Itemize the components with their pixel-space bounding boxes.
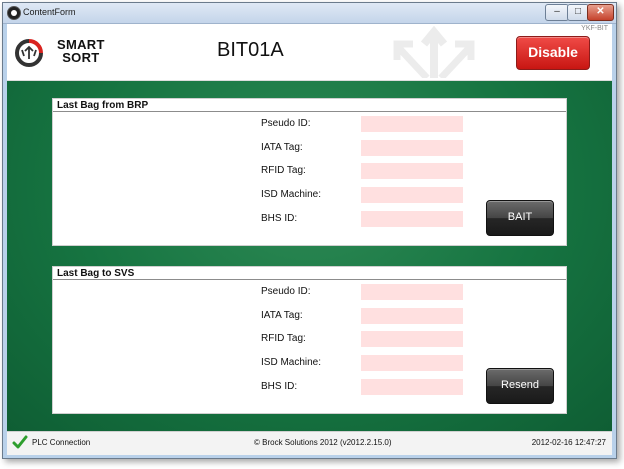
isd-machine-field[interactable] [361,355,463,371]
minimize-button[interactable]: – [545,4,569,21]
last-bag-to-svs-panel: Last Bag to SVS Pseudo ID: IATA Tag: RFI… [52,266,567,414]
plc-connection-status: PLC Connection [32,438,91,447]
maximize-button[interactable]: □ [567,4,589,21]
pseudo-id-field[interactable] [361,284,463,300]
sort-arrows-watermark-icon [393,26,475,78]
isd-machine-field[interactable] [361,187,463,203]
panel-title: Last Bag from BRP [57,100,149,111]
app-window: ContentForm – □ ✕ YKF-BIT SMART SORT BIT… [2,2,617,459]
rfid-tag-field[interactable] [361,331,463,347]
header: YKF-BIT SMART SORT BIT01A Disable [7,24,612,81]
logo-mark-icon [15,39,43,67]
bhs-id-field[interactable] [361,379,463,395]
check-icon [12,435,28,449]
corner-id: YKF-BIT [581,25,608,32]
pseudo-id-label: Pseudo ID: [261,118,311,129]
rfid-tag-label: RFID Tag: [261,165,306,176]
copyright-text: © Brock Solutions 2012 (v2012.2.15.0) [254,438,392,447]
bhs-id-field[interactable] [361,211,463,227]
isd-machine-label: ISD Machine: [261,357,322,368]
rfid-tag-label: RFID Tag: [261,333,306,344]
content-area: YKF-BIT SMART SORT BIT01A Disable Last B… [7,24,612,455]
title-bar[interactable]: ContentForm – □ ✕ [3,3,616,24]
bhs-id-label: BHS ID: [261,213,298,224]
window-title: ContentForm [23,7,76,17]
smart-sort-logo: SMART SORT [15,36,125,68]
disable-button[interactable]: Disable [516,36,590,70]
bhs-id-label: BHS ID: [261,381,298,392]
panel-title: Last Bag to SVS [57,268,135,279]
logo-text: SMART SORT [57,38,105,64]
main-panel: Last Bag from BRP Pseudo ID: IATA Tag: R… [7,81,612,431]
iata-tag-label: IATA Tag: [261,142,303,153]
logo-text-line2: SORT [62,50,100,65]
status-bar: PLC Connection © Brock Solutions 2012 (v… [7,431,612,455]
panel-divider [53,111,566,112]
bait-button[interactable]: BAIT [486,200,554,236]
iata-tag-field[interactable] [361,140,463,156]
datetime-display: 2012-02-16 12:47:27 [531,438,606,447]
isd-machine-label: ISD Machine: [261,189,322,200]
iata-tag-field[interactable] [361,308,463,324]
last-bag-from-brp-panel: Last Bag from BRP Pseudo ID: IATA Tag: R… [52,98,567,246]
pseudo-id-label: Pseudo ID: [261,286,311,297]
resend-button[interactable]: Resend [486,368,554,404]
rfid-tag-field[interactable] [361,163,463,179]
station-name: BIT01A [217,39,284,61]
iata-tag-label: IATA Tag: [261,310,303,321]
panel-divider [53,279,566,280]
app-icon[interactable] [7,6,21,20]
pseudo-id-field[interactable] [361,116,463,132]
close-button[interactable]: ✕ [587,4,614,21]
